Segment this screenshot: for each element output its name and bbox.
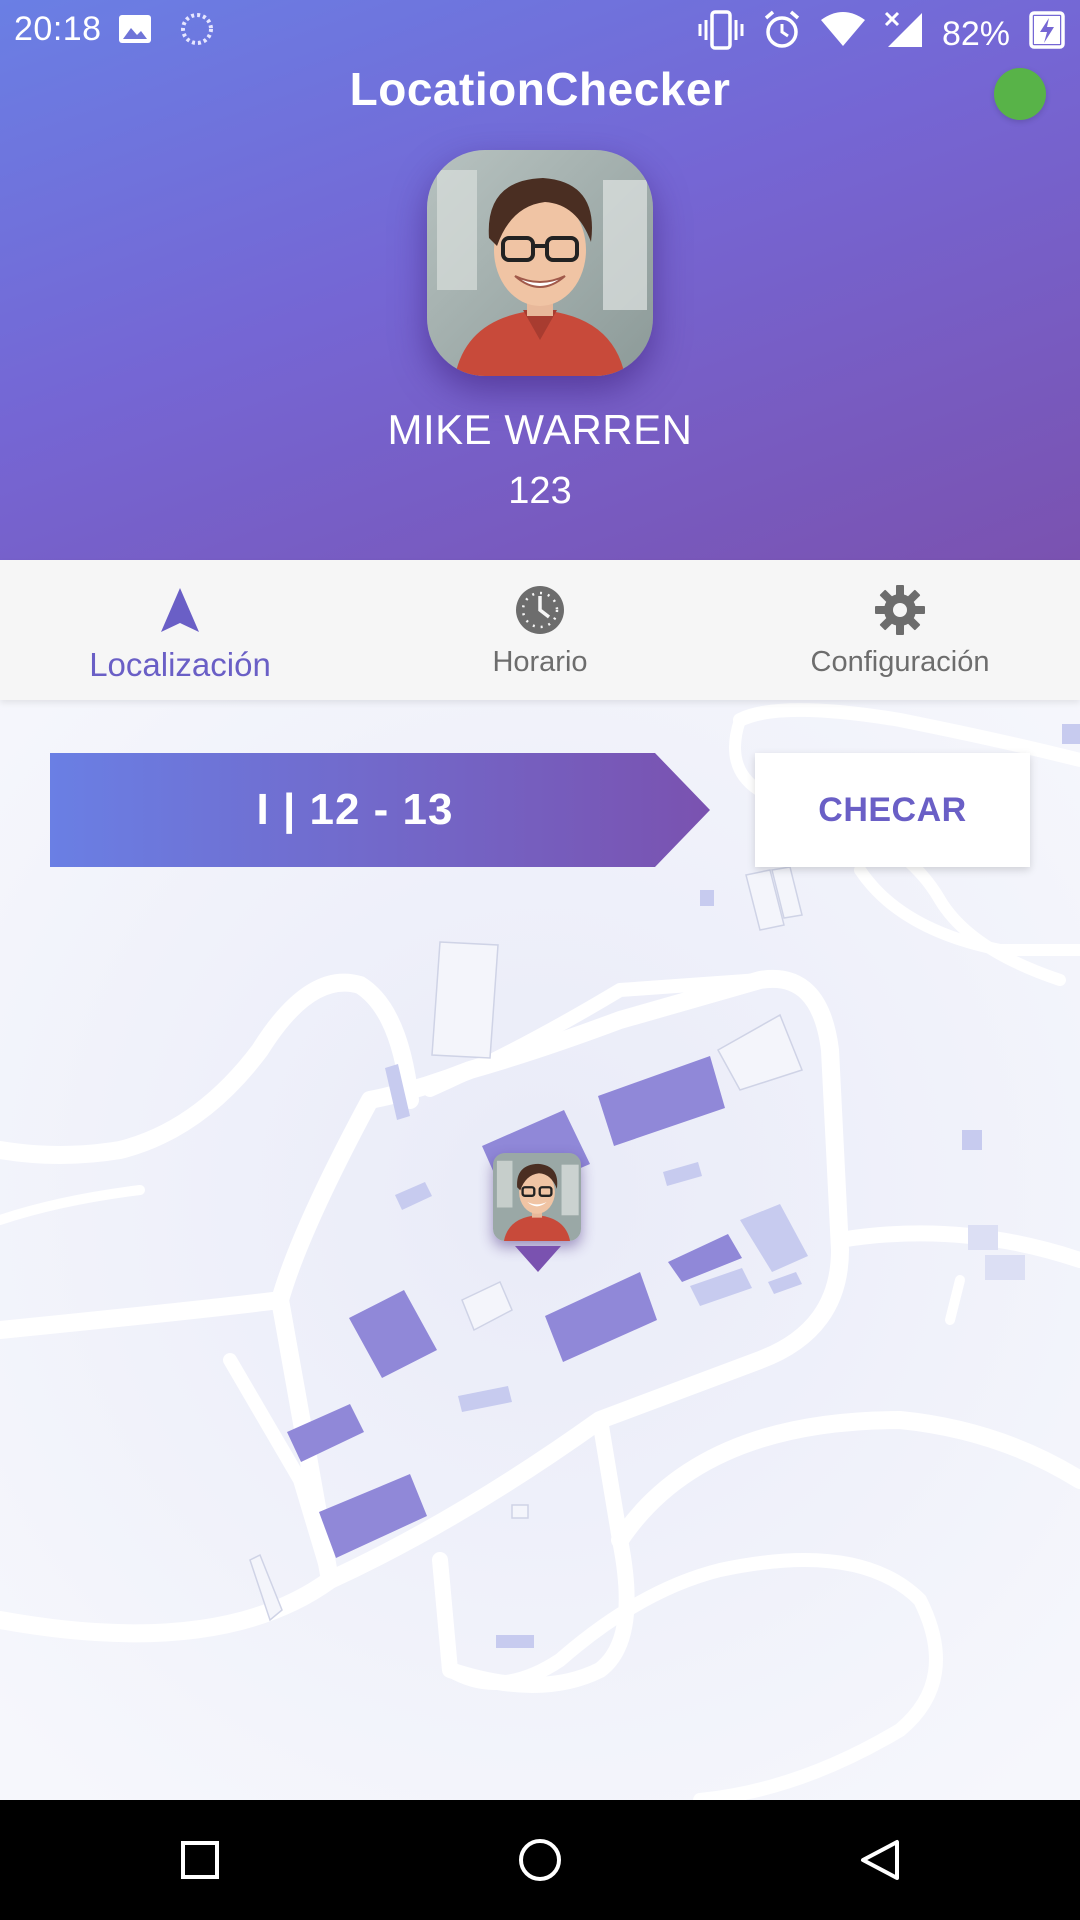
tab-bar: Localización Horario Configuración bbox=[0, 560, 1080, 700]
battery-percent: 82% bbox=[941, 15, 1010, 53]
profile-header: 20:18 82% LocationChecker MIKE WARREN 12… bbox=[0, 0, 1080, 560]
alarm-icon bbox=[762, 10, 802, 59]
period-label: I | 12 - 13 bbox=[256, 785, 454, 834]
status-time: 20:18 bbox=[14, 10, 102, 48]
period-banner: I | 12 - 13 bbox=[50, 753, 710, 867]
clock-icon bbox=[514, 582, 566, 638]
tab-settings[interactable]: Configuración bbox=[720, 560, 1080, 700]
avatar[interactable] bbox=[427, 150, 653, 376]
user-id: 123 bbox=[508, 470, 572, 512]
marker-avatar bbox=[493, 1153, 581, 1241]
image-icon bbox=[118, 14, 152, 53]
sync-icon bbox=[180, 12, 214, 55]
app-title: LocationChecker bbox=[349, 63, 731, 115]
tab-schedule[interactable]: Horario bbox=[360, 560, 720, 700]
tab-schedule-label: Horario bbox=[492, 646, 588, 678]
user-location-marker[interactable] bbox=[493, 1153, 583, 1273]
wifi-icon bbox=[820, 12, 866, 57]
recent-apps-icon[interactable] bbox=[168, 1828, 232, 1892]
tab-location-label: Localización bbox=[89, 646, 271, 683]
system-nav-bar bbox=[0, 1800, 1080, 1920]
gear-icon bbox=[874, 582, 926, 638]
no-signal-icon bbox=[884, 11, 924, 58]
online-status-dot bbox=[994, 68, 1046, 120]
user-name: MIKE WARREN bbox=[387, 406, 693, 453]
marker-pointer bbox=[515, 1246, 561, 1272]
vibrate-icon bbox=[698, 10, 744, 59]
back-icon[interactable] bbox=[848, 1828, 912, 1892]
check-in-button[interactable]: CHECAR bbox=[755, 753, 1030, 867]
tab-location[interactable]: Localización bbox=[0, 560, 360, 700]
battery-charging-icon bbox=[1028, 10, 1066, 59]
navigation-arrow-icon bbox=[159, 582, 201, 638]
home-icon[interactable] bbox=[508, 1828, 572, 1892]
status-bar: 20:18 82% bbox=[0, 0, 1080, 60]
tab-settings-label: Configuración bbox=[810, 646, 990, 678]
screen: 20:18 82% LocationChecker MIKE WARREN 12… bbox=[0, 0, 1080, 1920]
